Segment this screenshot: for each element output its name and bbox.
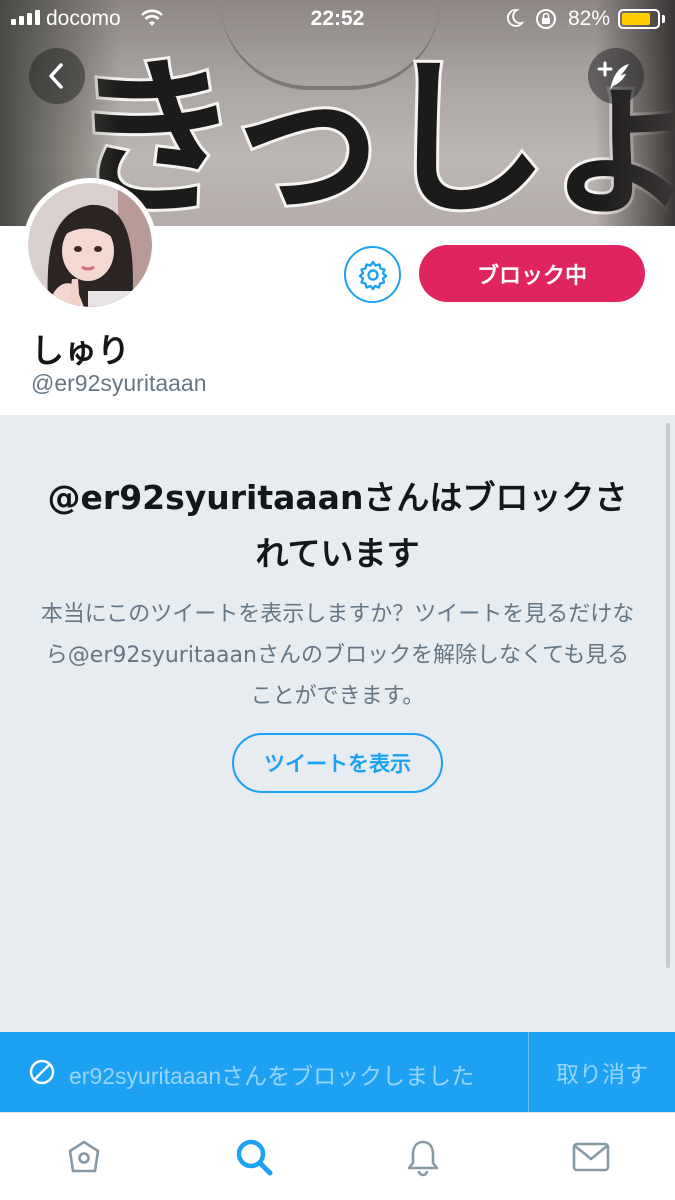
compose-tweet-icon [597,61,629,90]
battery-percent: 82% [568,7,611,30]
do-not-disturb-moon-icon [506,8,525,34]
search-icon [236,1139,273,1176]
undo-block-button[interactable]: 取り消す [529,1032,675,1112]
block-icon [29,1059,55,1089]
home-icon [68,1140,100,1173]
blocked-notice-description: 本当にこのツイートを表示しますか？ツイートを見るだけなら@er92syurita… [40,602,635,709]
envelope-icon [572,1142,610,1172]
blocked-snackbar: er92syuritaaanさんをブロックしました 取り消す [0,1032,675,1112]
gear-icon [358,260,387,290]
status-bar: docomo 22:52 82% [0,0,675,38]
bottom-tab-bar [0,1112,675,1200]
battery-tip [662,15,665,23]
tab-notifications[interactable] [401,1135,445,1179]
tab-search[interactable] [232,1135,276,1179]
profile-display-name: しゅり [31,331,130,370]
blocked-notice-title: @er92syuritaaanさんはブロックされています [47,478,628,573]
view-tweets-button[interactable]: ツイートを表示 [232,733,443,793]
blocking-status-button[interactable]: ブロック中 [419,245,645,302]
bell-icon [407,1140,439,1177]
tab-home[interactable] [62,1135,106,1179]
rotation-lock-icon [534,7,558,37]
profile-handle: @er92syuritaaan [31,370,207,396]
chevron-left-icon [49,63,63,89]
scroll-indicator[interactable] [666,423,670,968]
banner-text-art: きっしょ。 [67,38,675,226]
battery-icon [618,9,660,29]
tab-messages[interactable] [569,1135,613,1179]
battery-level-fill [622,13,650,25]
profile-settings-button[interactable] [344,246,401,303]
avatar-photo [28,183,152,307]
back-button[interactable] [29,48,85,104]
compose-tweet-button[interactable] [588,48,644,104]
avatar[interactable] [23,178,157,312]
snackbar-message: er92syuritaaanさんをブロックしました [69,1063,475,1089]
